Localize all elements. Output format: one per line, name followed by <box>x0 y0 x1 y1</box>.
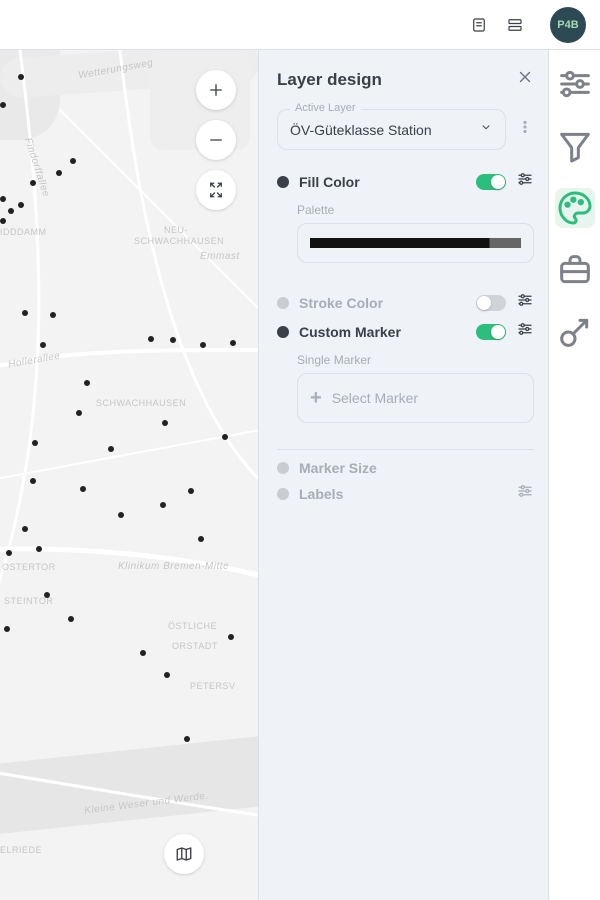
custom-marker-toggle[interactable] <box>476 324 506 340</box>
fill-color-settings-button[interactable] <box>516 170 534 193</box>
right-tool-rail <box>548 50 600 900</box>
map-point <box>198 536 204 542</box>
map-point <box>228 634 234 640</box>
bullet-icon <box>277 176 289 188</box>
divider <box>277 449 534 450</box>
docs-icon[interactable] <box>468 14 490 36</box>
rail-toolbox-icon[interactable] <box>555 250 595 290</box>
map-canvas[interactable]: WetterungswegFindorffalleeNEU-SCHWACHHAU… <box>0 50 258 900</box>
map-point <box>68 616 74 622</box>
top-bar: P4B <box>0 0 600 50</box>
custom-marker-settings-button[interactable] <box>516 320 534 343</box>
map-point <box>148 336 154 342</box>
single-marker-legend: Single Marker <box>297 353 534 367</box>
rail-filter-icon[interactable] <box>555 126 595 166</box>
bullet-icon <box>277 462 289 474</box>
map-zoom-controls <box>196 70 236 210</box>
custom-marker-row: Custom Marker <box>277 320 534 343</box>
fill-color-label: Fill Color <box>299 174 466 190</box>
layer-design-panel: Layer design Active Layer ÖV-Güteklasse … <box>258 50 548 900</box>
map-point <box>4 626 10 632</box>
map-point <box>200 342 206 348</box>
plus-icon: + <box>310 388 322 408</box>
panels-icon[interactable] <box>504 14 526 36</box>
active-layer-legend: Active Layer <box>290 102 361 114</box>
chevron-down-icon <box>479 120 493 139</box>
select-marker-label: Select Marker <box>332 390 418 406</box>
rail-palette-icon[interactable] <box>555 188 595 228</box>
custom-marker-label: Custom Marker <box>299 324 466 340</box>
map-point <box>0 218 6 224</box>
fit-view-button[interactable] <box>196 170 236 210</box>
map-point <box>160 502 166 508</box>
map-point <box>18 202 24 208</box>
labels-settings-button[interactable] <box>516 482 534 505</box>
rail-compass-icon[interactable] <box>555 312 595 352</box>
map-point <box>6 550 12 556</box>
map-point <box>0 102 6 108</box>
map-point <box>22 526 28 532</box>
map-point <box>162 420 168 426</box>
palette-bar <box>310 238 521 248</box>
stroke-color-label: Stroke Color <box>299 295 466 311</box>
layer-options-button[interactable] <box>516 118 534 141</box>
map-point <box>108 446 114 452</box>
map-point <box>222 434 228 440</box>
palette-legend: Palette <box>297 203 534 217</box>
fill-color-row: Fill Color <box>277 170 534 193</box>
active-layer-select[interactable]: Active Layer ÖV-Güteklasse Station <box>277 109 506 150</box>
map-point <box>0 196 6 202</box>
map-point <box>40 342 46 348</box>
rail-sliders-icon[interactable] <box>555 64 595 104</box>
fill-color-toggle[interactable] <box>476 174 506 190</box>
basemap-button[interactable] <box>164 834 204 874</box>
main-area: WetterungswegFindorffalleeNEU-SCHWACHHAU… <box>0 50 600 900</box>
avatar-initials: P4B <box>557 19 578 31</box>
map-point <box>56 170 62 176</box>
map-point <box>32 440 38 446</box>
zoom-in-button[interactable] <box>196 70 236 110</box>
map-point <box>50 312 56 318</box>
map-point <box>76 410 82 416</box>
map-point <box>164 672 170 678</box>
marker-size-label: Marker Size <box>299 460 534 476</box>
palette-select[interactable] <box>297 223 534 263</box>
map-point <box>118 512 124 518</box>
labels-row[interactable]: Labels <box>277 482 534 505</box>
marker-size-row[interactable]: Marker Size <box>277 460 534 476</box>
map-point <box>188 488 194 494</box>
bullet-icon <box>277 297 289 309</box>
active-layer-value: ÖV-Güteklasse Station <box>290 122 473 138</box>
bullet-icon <box>277 326 289 338</box>
labels-label: Labels <box>299 486 506 502</box>
bullet-icon <box>277 488 289 500</box>
avatar[interactable]: P4B <box>550 7 586 43</box>
stroke-color-settings-button[interactable] <box>516 291 534 314</box>
stroke-color-toggle[interactable] <box>476 295 506 311</box>
map-point <box>44 592 50 598</box>
map-point <box>140 650 146 656</box>
map-point <box>84 380 90 386</box>
map-point <box>80 486 86 492</box>
stroke-color-row: Stroke Color <box>277 291 534 314</box>
map-point <box>230 340 236 346</box>
select-marker-button[interactable]: + Select Marker <box>297 373 534 423</box>
map-point <box>22 310 28 316</box>
map-point <box>36 546 42 552</box>
map-point <box>70 158 76 164</box>
map-point <box>30 180 36 186</box>
map-point <box>184 736 190 742</box>
map-point <box>170 337 176 343</box>
zoom-out-button[interactable] <box>196 120 236 160</box>
map-point <box>18 74 24 80</box>
close-panel-button[interactable] <box>516 68 534 91</box>
map-point <box>8 208 14 214</box>
map-point <box>30 478 36 484</box>
panel-title: Layer design <box>277 70 382 90</box>
